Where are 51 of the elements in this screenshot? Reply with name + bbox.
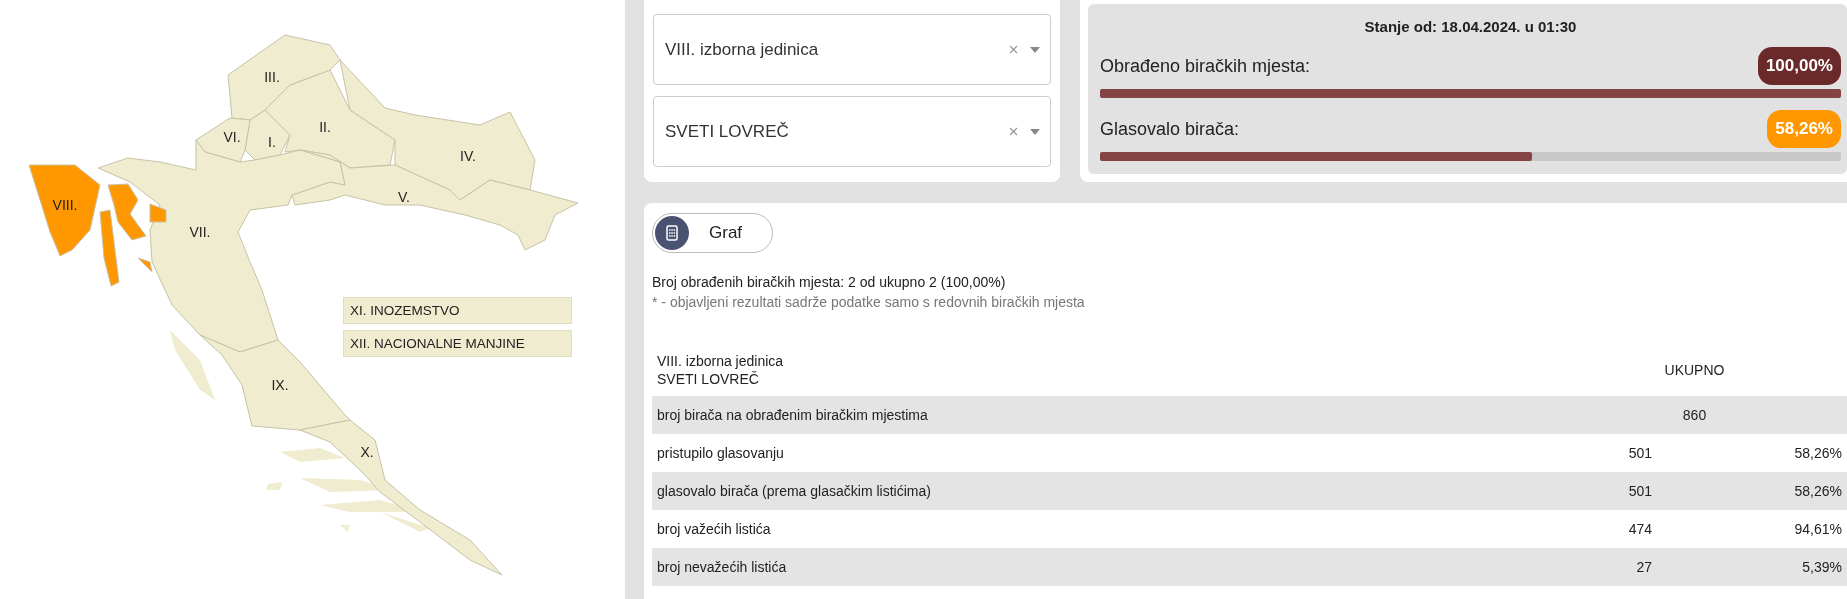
region-label: IV.	[460, 148, 476, 164]
map-region[interactable]	[199, 334, 351, 431]
table-cell: 58,26%	[1652, 472, 1847, 510]
table-cell-text: 501	[1627, 444, 1652, 463]
region-label: VI.	[223, 129, 241, 145]
region-label: VIII.	[52, 197, 78, 213]
region-label: III.	[264, 69, 280, 85]
caret-icon	[1030, 128, 1040, 135]
table-cell-text: 474	[1627, 520, 1652, 539]
dropdown-field[interactable]: VIII. izborna jedinica	[653, 14, 1051, 85]
header-unit: VIII. izborna jedinica	[657, 352, 785, 370]
map-region[interactable]	[195, 117, 251, 163]
map-region[interactable]	[339, 59, 536, 201]
region-label: X.	[360, 444, 374, 460]
summary-text: Broj obrađenih biračkih mjesta: 2 od ukupno 2 (100,00%)	[652, 274, 1007, 290]
region-label: I.	[268, 134, 276, 150]
meter-label: Glasovalo birača:	[1100, 118, 1240, 140]
caret-icon	[1030, 46, 1040, 53]
row-label: broj birača na obrađenim biračkim mjestima	[652, 396, 1542, 434]
status-title: Stanje od: 18.04.2024. u 01:30	[1363, 18, 1578, 35]
table-cell: 860	[1542, 396, 1847, 434]
unit-button[interactable]: XII. NACIONALNE MANJINE	[343, 330, 572, 357]
table-cell: 501	[1542, 472, 1652, 510]
table-cell: 27	[1542, 548, 1652, 586]
chart-toggle-button[interactable]: Graf	[652, 213, 774, 253]
region-label: VII.	[189, 224, 211, 240]
percent-badge: 100,00%	[1757, 47, 1841, 85]
dropdown-field[interactable]: SVETI LOVREČ	[653, 96, 1051, 167]
clear-icon[interactable]	[1009, 127, 1018, 136]
table-cell-text: 94,61%	[1793, 520, 1843, 539]
column-header: UKUPNO	[1663, 362, 1726, 378]
table-cell: 5,39%	[1652, 548, 1847, 586]
calculator-icon	[655, 216, 689, 250]
map-region[interactable]	[291, 149, 579, 251]
map-region[interactable]	[299, 419, 503, 576]
map-region[interactable]	[244, 109, 291, 161]
row-label: broj važećih listića	[656, 520, 772, 539]
meter-label: Obrađeno biračkih mjesta:	[1100, 55, 1311, 77]
region-label: IX.	[271, 377, 289, 393]
row-label: glasovalo birača (prema glasačkim listićima)	[652, 472, 1542, 510]
region-label: V.	[398, 189, 410, 205]
table-cell-text: 58,26%	[1793, 444, 1843, 463]
row-label: pristupilo glasovanju	[656, 444, 785, 463]
clear-icon[interactable]	[1009, 45, 1018, 54]
region-label: II.	[319, 119, 331, 135]
note-text: * - objavljeni rezultati sadrže podatke samo s redovnih biračkih mjesta	[652, 294, 1086, 310]
unit-button[interactable]: XI. INOZEMSTVO	[343, 297, 572, 324]
percent-badge: 58,26%	[1767, 110, 1841, 148]
row-label: broj nevažećih listića	[652, 548, 1542, 586]
header-place: SVETI LOVREČ	[657, 370, 760, 388]
map-region[interactable]	[28, 164, 167, 287]
